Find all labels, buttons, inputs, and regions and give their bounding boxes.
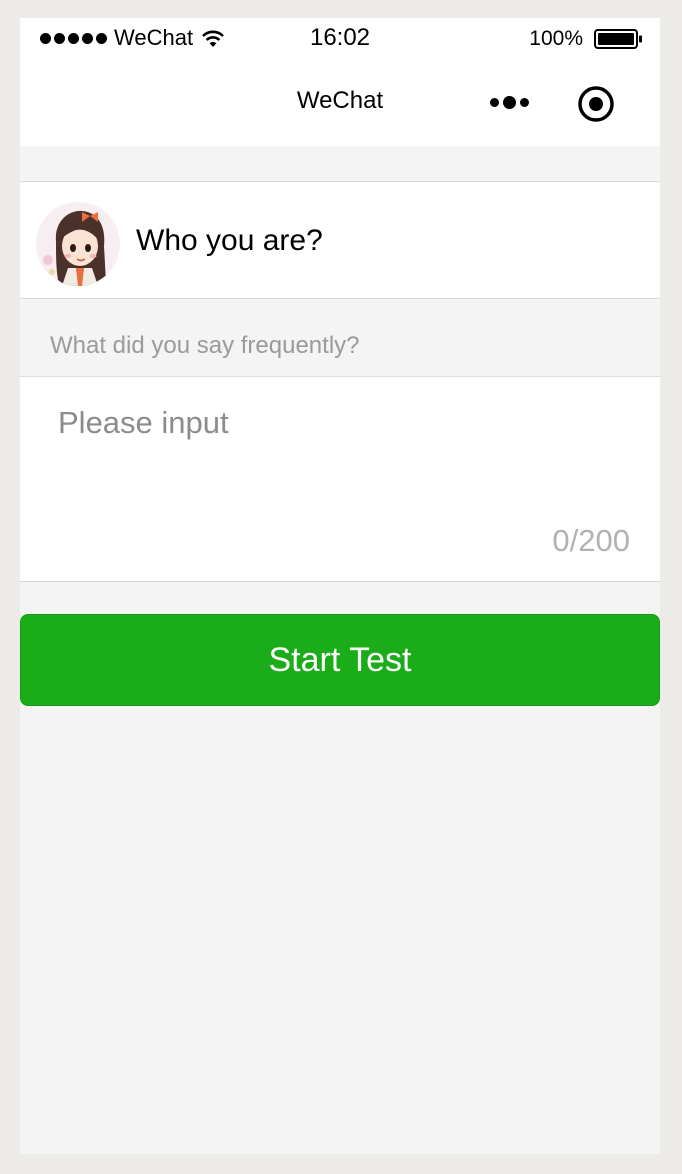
identity-label: Who you are? — [136, 224, 323, 257]
more-button[interactable] — [486, 88, 532, 116]
battery-percentage: 100% — [529, 27, 583, 50]
phone-screen: WeChat 16:02 100% WeChat Who you are? Wh… — [20, 18, 660, 1154]
identity-row[interactable]: Who you are? — [20, 181, 660, 299]
page-title: WeChat — [296, 87, 384, 114]
start-test-button[interactable]: Start Test — [20, 614, 660, 706]
target-circle-icon — [578, 86, 614, 122]
section-label: What did you say frequently? — [50, 332, 360, 359]
close-miniprogram-button[interactable] — [576, 84, 616, 124]
battery-icon — [594, 29, 642, 49]
avatar[interactable] — [36, 202, 120, 286]
character-counter: 0/200 — [552, 523, 630, 558]
navigation-bar: WeChat — [20, 58, 660, 146]
phrase-textarea[interactable]: Please input 0/200 — [20, 376, 660, 582]
status-bar: WeChat 16:02 100% — [20, 18, 660, 58]
textarea-placeholder: Please input — [58, 405, 229, 440]
more-dots-icon — [489, 97, 499, 107]
girl-avatar-icon — [36, 202, 120, 286]
